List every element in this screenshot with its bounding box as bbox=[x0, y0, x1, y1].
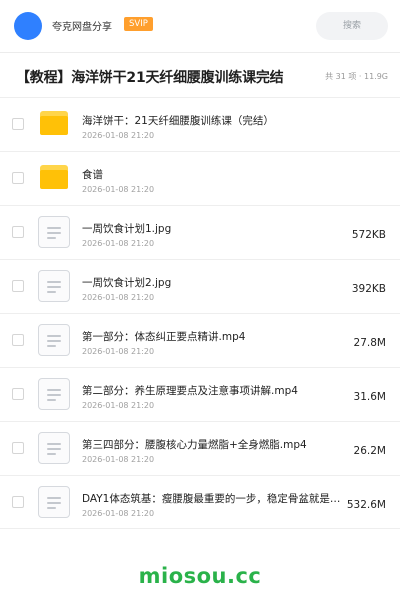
file-date: 2026-01-08 21:20 bbox=[82, 293, 155, 302]
file-name: 第三四部分：腰腹核心力量燃脂+全身燃脂.mp4 bbox=[82, 439, 307, 451]
file-row[interactable]: 第二部分：养生原理要点及注意事项讲解.mp4 2026-01-08 21:20 … bbox=[0, 367, 400, 421]
header-bar: 夸克网盘分享 SVIP bbox=[0, 0, 400, 52]
file-name: 食谱 bbox=[82, 169, 103, 181]
file-size: 27.8M bbox=[353, 337, 386, 349]
file-name: 第二部分：养生原理要点及注意事项讲解.mp4 bbox=[82, 385, 298, 397]
document-icon bbox=[38, 432, 70, 464]
folder-icon bbox=[40, 111, 68, 135]
row-checkbox[interactable] bbox=[12, 172, 24, 184]
folder-title-bar: 【教程】海洋饼干21天纤细腰腹训练课完结 共 31 项 · 11.9G bbox=[0, 53, 400, 97]
avatar[interactable] bbox=[14, 12, 42, 40]
file-date: 2026-01-08 21:20 bbox=[82, 239, 155, 248]
file-row[interactable]: 第三四部分：腰腹核心力量燃脂+全身燃脂.mp4 2026-01-08 21:20… bbox=[0, 421, 400, 475]
file-date: 2026-01-08 21:20 bbox=[82, 347, 155, 356]
file-size: 392KB bbox=[351, 283, 386, 295]
folder-row[interactable]: 海洋饼干：21天纤细腰腹训练课（完结） 2026-01-08 21:20 bbox=[0, 97, 400, 151]
file-list: 海洋饼干：21天纤细腰腹训练课（完结） 2026-01-08 21:20 食谱 … bbox=[0, 97, 400, 529]
file-size: 572KB bbox=[351, 229, 386, 241]
file-name: 第一部分：体态纠正要点精讲.mp4 bbox=[82, 331, 246, 343]
file-size: 31.6M bbox=[353, 391, 386, 403]
file-date: 2026-01-08 21:20 bbox=[82, 509, 155, 518]
file-date: 2026-01-08 21:20 bbox=[82, 455, 155, 464]
document-icon bbox=[38, 324, 70, 356]
page-title: 【教程】海洋饼干21天纤细腰腹训练课完结 bbox=[16, 70, 284, 86]
folder-meta: 共 31 项 · 11.9G bbox=[325, 72, 388, 81]
folder-row[interactable]: 食谱 2026-01-08 21:20 bbox=[0, 151, 400, 205]
row-checkbox[interactable] bbox=[12, 226, 24, 238]
document-icon bbox=[38, 486, 70, 518]
row-checkbox[interactable] bbox=[12, 496, 24, 508]
row-checkbox[interactable] bbox=[12, 442, 24, 454]
file-name: 海洋饼干：21天纤细腰腹训练课（完结） bbox=[82, 115, 274, 127]
row-checkbox[interactable] bbox=[12, 334, 24, 346]
search-input[interactable] bbox=[316, 12, 388, 40]
file-name: 一周饮食计划2.jpg bbox=[82, 277, 172, 289]
file-date: 2026-01-08 21:20 bbox=[82, 131, 155, 140]
svip-badge: SVIP bbox=[124, 17, 153, 31]
file-name: DAY1体态筑基：瘦腰腹最重要的一步，稳定骨盆就是… bbox=[82, 493, 341, 505]
row-checkbox[interactable] bbox=[12, 280, 24, 292]
document-icon bbox=[38, 378, 70, 410]
site-watermark: miosou.cc bbox=[138, 564, 262, 588]
file-size: 532.6M bbox=[346, 499, 386, 511]
file-date: 2026-01-08 21:20 bbox=[82, 401, 155, 410]
file-row[interactable]: DAY1体态筑基：瘦腰腹最重要的一步，稳定骨盆就是… 2026-01-08 21… bbox=[0, 475, 400, 529]
file-row[interactable]: 一周饮食计划2.jpg 2026-01-08 21:20 392KB bbox=[0, 259, 400, 313]
file-size: 26.2M bbox=[353, 445, 386, 457]
folder-icon bbox=[40, 165, 68, 189]
file-date: 2026-01-08 21:20 bbox=[82, 185, 155, 194]
file-row[interactable]: 第一部分：体态纠正要点精讲.mp4 2026-01-08 21:20 27.8M bbox=[0, 313, 400, 367]
file-name: 一周饮食计划1.jpg bbox=[82, 223, 172, 235]
file-row[interactable]: 一周饮食计划1.jpg 2026-01-08 21:20 572KB bbox=[0, 205, 400, 259]
row-checkbox[interactable] bbox=[12, 118, 24, 130]
row-checkbox[interactable] bbox=[12, 388, 24, 400]
document-icon bbox=[38, 216, 70, 248]
document-icon bbox=[38, 270, 70, 302]
username: 夸克网盘分享 bbox=[52, 22, 112, 33]
